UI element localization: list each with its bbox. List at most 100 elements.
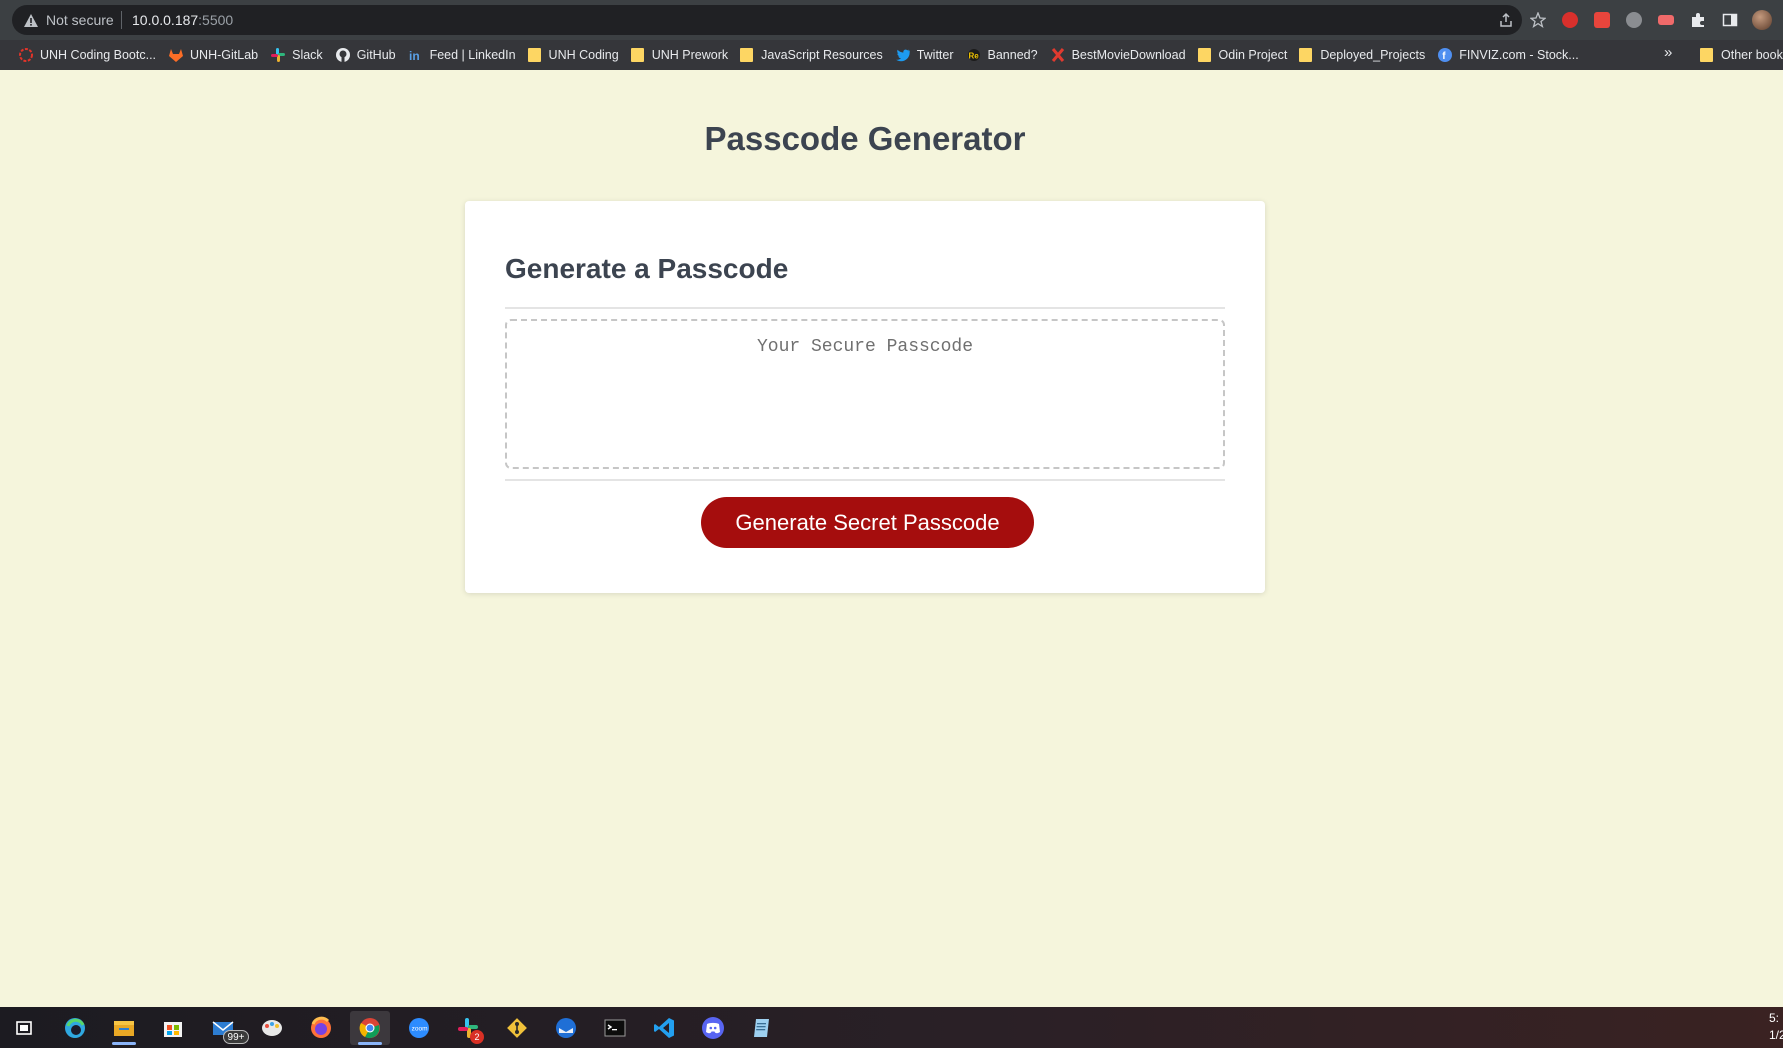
url-text[interactable]: 10.0.0.187:5500 (132, 12, 233, 28)
clock-date: 1/2 (1769, 1028, 1783, 1042)
address-bar[interactable] (12, 5, 1522, 35)
passcode-output[interactable] (505, 319, 1225, 469)
terminal-icon (604, 1019, 626, 1037)
git-icon (507, 1018, 527, 1038)
bookmark-unh-bootcamp[interactable]: UNH Coding Bootc... (12, 41, 162, 69)
file-explorer-icon (114, 1021, 134, 1036)
divider-bottom (505, 479, 1225, 481)
taskbar-thunderbird[interactable] (546, 1011, 586, 1045)
folder-icon (1700, 48, 1713, 62)
bookmark-label: JavaScript Resources (761, 48, 883, 62)
finviz-icon: f (1438, 48, 1453, 62)
security-indicator[interactable]: Not secure (24, 12, 114, 28)
address-separator (121, 11, 122, 29)
store-icon (164, 1022, 182, 1037)
extension-upload-icon[interactable] (1591, 9, 1613, 31)
bookmark-label: UNH-GitLab (190, 48, 259, 62)
side-panel-icon[interactable] (1719, 9, 1741, 31)
bookmark-unh-gitlab[interactable]: UNH-GitLab (162, 41, 264, 69)
divider-top (505, 307, 1225, 309)
bookmark-label: Deployed_Projects (1320, 48, 1426, 62)
bookmark-label: UNH Coding Bootc... (40, 48, 157, 62)
twitter-icon (895, 49, 910, 62)
folder-icon (630, 48, 644, 62)
folder-icon (527, 48, 541, 62)
taskbar-notepad[interactable] (742, 1011, 782, 1045)
edge-icon (65, 1018, 85, 1038)
taskbar-mail[interactable]: 99+ (203, 1011, 249, 1045)
system-clock[interactable]: 5: 1/2 (1769, 1010, 1783, 1044)
bookmark-label: Odin Project (1218, 48, 1288, 62)
passcode-card: Generate a Passcode Generate Secret Pass… (465, 201, 1265, 593)
card-title: Generate a Passcode (505, 253, 789, 284)
bookmark-twitter[interactable]: Twitter (889, 41, 960, 69)
taskbar-paint[interactable] (252, 1011, 292, 1045)
bookmark-finviz[interactable]: f FINVIZ.com - Stock... (1431, 41, 1584, 69)
chrome-icon (359, 1018, 380, 1039)
extension-grey-icon[interactable] (1623, 9, 1645, 31)
bookmark-folder-odin-project[interactable]: Odin Project (1192, 41, 1294, 69)
bookmark-label: Other book (1721, 48, 1783, 62)
bookmark-linkedin[interactable]: in Feed | LinkedIn (402, 41, 522, 69)
taskbar-chrome[interactable] (350, 1011, 390, 1045)
clock-time: 5: (1769, 1011, 1780, 1025)
toolbar: Not secure 10.0.0.187:5500 (0, 0, 1783, 40)
bookmark-label: Slack (292, 48, 323, 62)
url-port: :5500 (198, 12, 234, 28)
browser-chrome: Not secure 10.0.0.187:5500 UNH Coding Bo… (0, 0, 1783, 70)
task-view-icon (16, 1021, 32, 1035)
extensions-puzzle-icon[interactable] (1687, 9, 1709, 31)
taskbar-discord[interactable] (693, 1011, 733, 1045)
bookmark-label: UNH Coding (548, 48, 619, 62)
task-view-button[interactable] (4, 1011, 44, 1045)
bookmark-label: FINVIZ.com - Stock... (1459, 48, 1579, 62)
bookmark-folder-unh-prework[interactable]: UNH Prework (625, 41, 734, 69)
svg-text:Re: Re (968, 52, 979, 61)
toolbar-actions (1495, 9, 1773, 31)
generate-passcode-button[interactable]: Generate Secret Passcode (701, 497, 1034, 548)
taskbar-terminal[interactable] (595, 1011, 635, 1045)
bookmarks-bar: UNH Coding Bootc... UNH-GitLab Slack Git… (0, 40, 1783, 70)
share-icon[interactable] (1495, 9, 1517, 31)
warning-icon (24, 13, 38, 27)
bookmark-folder-deployed-projects[interactable]: Deployed_Projects (1293, 41, 1431, 69)
bookmark-bestmoviedownload[interactable]: BestMovieDownload (1044, 41, 1192, 69)
bookmark-star-icon[interactable] (1527, 9, 1549, 31)
security-label: Not secure (46, 12, 114, 28)
notepad-icon (754, 1019, 769, 1037)
taskbar-slack[interactable]: 2 (448, 1011, 488, 1045)
svg-text:zoom: zoom (412, 1026, 428, 1033)
bookmark-label: BestMovieDownload (1071, 48, 1186, 62)
taskbar-zoom[interactable]: zoom (399, 1011, 439, 1045)
url-host: 10.0.0.187 (132, 12, 199, 28)
extension-video-icon[interactable] (1655, 9, 1677, 31)
thunderbird-icon (556, 1018, 576, 1038)
bookmark-slack[interactable]: Slack (264, 41, 329, 69)
unh-bootcamp-icon (19, 48, 33, 62)
bookmark-banned[interactable]: Re Banned? (960, 41, 1044, 69)
taskbar-file-explorer[interactable] (104, 1011, 144, 1045)
bookmark-folder-other[interactable]: Other book (1694, 41, 1783, 69)
folder-icon (1299, 48, 1313, 62)
bookmark-label: GitHub (356, 48, 396, 62)
svg-text:in: in (409, 49, 420, 63)
taskbar-edge[interactable] (55, 1011, 95, 1045)
bookmark-github[interactable]: GitHub (329, 41, 402, 69)
taskbar-firefox[interactable] (301, 1011, 341, 1045)
palette-icon (262, 1020, 282, 1036)
taskbar-vscode[interactable] (644, 1011, 684, 1045)
bookmark-label: UNH Prework (651, 48, 729, 62)
bookmark-folder-unh-coding[interactable]: UNH Coding (522, 41, 625, 69)
extension-red-hand-icon[interactable] (1559, 9, 1581, 31)
profile-avatar[interactable] (1751, 9, 1773, 31)
banned-icon: Re (967, 49, 980, 61)
taskbar-store[interactable] (153, 1011, 193, 1045)
bookmark-label: Banned? (987, 48, 1038, 62)
linkedin-icon: in (409, 49, 420, 63)
taskbar-git[interactable] (497, 1011, 537, 1045)
github-icon (335, 48, 350, 62)
bookmarks-overflow-chevron-icon[interactable]: » (1664, 44, 1672, 61)
bookmark-folder-javascript-resources[interactable]: JavaScript Resources (734, 41, 889, 69)
mail-badge: 99+ (223, 1030, 249, 1044)
zoom-icon: zoom (409, 1018, 429, 1038)
